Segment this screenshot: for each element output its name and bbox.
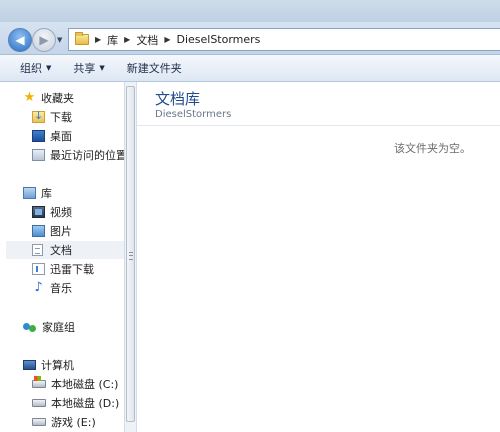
nav-recent-places[interactable]: 最近访问的位置: [32, 146, 124, 164]
share-button[interactable]: 共享 ▼: [73, 60, 104, 76]
folder-icon: [75, 32, 89, 45]
chevron-down-icon: ▼: [46, 64, 52, 72]
scrollbar-thumb[interactable]: [126, 86, 135, 422]
nav-pictures-label: 图片: [50, 225, 72, 238]
nav-desktop-label: 桌面: [50, 130, 72, 143]
nav-music-label: 音乐: [50, 282, 72, 295]
nav-downloads-label: 下载: [50, 111, 72, 124]
nav-xunlei-label: 迅雷下载: [50, 263, 94, 276]
grip-icon: [129, 252, 133, 260]
nav-music[interactable]: ♪ 音乐: [32, 279, 72, 297]
nav-documents[interactable]: 文档: [6, 241, 124, 259]
breadcrumb-separator-icon[interactable]: ▶: [164, 35, 170, 44]
nav-drive-c-label: 本地磁盘 (C:): [51, 378, 119, 391]
nav-documents-label: 文档: [50, 244, 72, 257]
nav-drive-e[interactable]: 游戏 (E:): [32, 413, 96, 431]
nav-drive-d[interactable]: 本地磁盘 (D:): [32, 394, 119, 412]
nav-libraries[interactable]: 库: [23, 184, 52, 202]
nav-downloads[interactable]: 下载: [32, 108, 72, 126]
nav-drive-d-label: 本地磁盘 (D:): [51, 397, 120, 410]
nav-favorites-label: 收藏夹: [41, 92, 74, 105]
xunlei-library-icon: [32, 263, 45, 275]
nav-homegroup-label: 家庭组: [42, 321, 75, 334]
organize-button[interactable]: 组织 ▼: [20, 60, 51, 76]
nav-drive-c[interactable]: 本地磁盘 (C:): [32, 375, 118, 393]
nav-computer-label: 计算机: [41, 359, 74, 372]
new-folder-label: 新建文件夹: [126, 62, 182, 75]
chevron-down-icon: ▼: [99, 64, 105, 72]
header-divider: [137, 125, 500, 126]
nav-xunlei-downloads[interactable]: 迅雷下载: [32, 260, 94, 278]
arrow-right-icon: ▶: [39, 33, 49, 47]
nav-recent-label: 最近访问的位置: [50, 149, 124, 162]
new-folder-button[interactable]: 新建文件夹: [127, 60, 182, 76]
recent-places-icon: [32, 149, 45, 161]
nav-drive-e-label: 游戏 (E:): [51, 416, 96, 429]
arrow-left-icon: ◀: [15, 33, 25, 47]
organize-label: 组织: [20, 62, 42, 75]
breadcrumb-separator-icon[interactable]: ▶: [124, 35, 130, 44]
address-bar[interactable]: ▶ 库 ▶ 文档 ▶ DieselStormers: [68, 28, 500, 51]
nav-desktop[interactable]: 桌面: [32, 127, 72, 145]
back-button[interactable]: ◀: [8, 28, 32, 52]
title-bar: [0, 0, 500, 22]
hard-drive-icon: [32, 399, 46, 407]
empty-folder-message: 该文件夹为空。: [394, 142, 471, 155]
computer-icon: [23, 360, 36, 370]
nav-homegroup[interactable]: 家庭组: [23, 318, 75, 336]
nav-libraries-label: 库: [41, 187, 52, 200]
library-title: 文档库: [155, 90, 201, 108]
breadcrumb-separator-icon[interactable]: ▶: [95, 35, 101, 44]
desktop-icon: [32, 130, 45, 142]
library-icon: [23, 187, 36, 199]
forward-button[interactable]: ▶: [32, 28, 56, 52]
navigation-bar: ◀ ▶ ▼ ▶ 库 ▶ 文档 ▶ DieselStormers: [0, 22, 500, 55]
navigation-pane: ★ 收藏夹 下载 桌面 最近访问的位置 库 视频 图片 文档 迅雷下载 ♪ 音乐…: [0, 82, 124, 432]
music-note-icon: ♪: [34, 280, 43, 295]
picture-library-icon: [32, 225, 45, 237]
breadcrumb-libraries[interactable]: 库: [107, 32, 118, 48]
library-subtitle: DieselStormers: [155, 109, 232, 120]
navigation-pane-scrollbar[interactable]: [124, 82, 137, 432]
file-list-pane[interactable]: 文档库 DieselStormers 该文件夹为空。: [137, 82, 500, 432]
share-label: 共享: [73, 62, 96, 75]
nav-pictures[interactable]: 图片: [32, 222, 72, 240]
nav-favorites[interactable]: ★ 收藏夹: [23, 89, 74, 107]
hard-drive-icon: [32, 418, 46, 426]
download-folder-icon: [32, 109, 45, 123]
breadcrumb-documents[interactable]: 文档: [136, 32, 158, 48]
nav-videos[interactable]: 视频: [32, 203, 72, 221]
homegroup-icon: [23, 321, 37, 333]
nav-videos-label: 视频: [50, 206, 72, 219]
video-library-icon: [32, 206, 45, 218]
document-library-icon: [32, 244, 43, 256]
breadcrumb-dieselstormers[interactable]: DieselStormers: [176, 33, 260, 46]
nav-computer[interactable]: 计算机: [23, 356, 74, 374]
recent-pages-chevron-icon[interactable]: ▼: [57, 36, 62, 44]
system-drive-icon: [32, 376, 46, 388]
star-icon: ★: [23, 90, 36, 105]
command-bar: 组织 ▼ 共享 ▼ 新建文件夹: [0, 55, 500, 82]
